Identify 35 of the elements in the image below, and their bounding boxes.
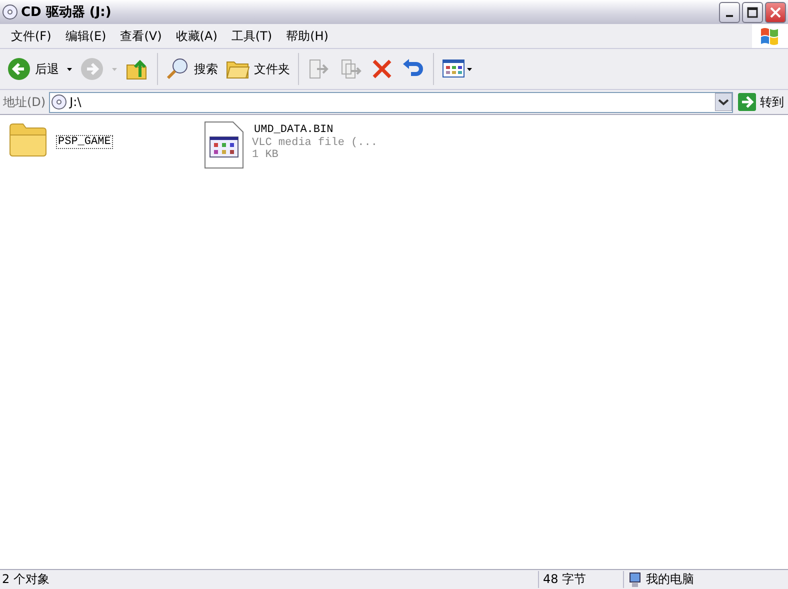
address-field[interactable]: J:\: [48, 92, 733, 112]
menu-item[interactable]: 收藏(A): [168, 28, 224, 44]
windows-logo-icon: [752, 24, 788, 48]
file-name[interactable]: PSP_GAME: [56, 135, 113, 149]
cd-drive-icon: [2, 4, 18, 20]
maximize-icon: [747, 6, 758, 18]
back-button[interactable]: 后退: [4, 55, 62, 83]
menu-item[interactable]: 编辑(E): [58, 28, 114, 44]
dropdown-arrow-icon[interactable]: [715, 93, 732, 111]
total-size: 48 字节: [538, 571, 623, 588]
file-icon[interactable]: [204, 121, 244, 169]
menu-item[interactable]: 文件(F): [4, 28, 58, 44]
close-button[interactable]: [765, 2, 786, 22]
menu-item[interactable]: 查看(V): [113, 28, 169, 44]
minimize-icon: [726, 15, 733, 17]
object-count: 2 个对象: [1, 571, 50, 588]
close-icon: [770, 6, 781, 18]
go-button[interactable]: 转到: [736, 93, 786, 111]
cd-drive-icon: [50, 94, 67, 110]
menu-item[interactable]: 帮助(H): [279, 28, 336, 44]
file-name[interactable]: UMD_DATA.BIN: [252, 123, 378, 137]
zone-label: 我的电脑: [646, 571, 694, 588]
file-size: 1 KB: [252, 149, 280, 161]
window-title: CD 驱动器 (J:): [21, 4, 112, 21]
maximize-button[interactable]: [742, 2, 763, 22]
folders-button[interactable]: 文件夹: [223, 56, 293, 82]
file-type: VLC media file (...: [252, 137, 378, 149]
folder-icon[interactable]: [8, 121, 48, 157]
search-button[interactable]: 搜索: [163, 55, 221, 83]
arrow-right-icon: [738, 93, 756, 111]
minimize-button[interactable]: [719, 2, 740, 22]
address-label: 地址(D): [3, 94, 46, 110]
dropdown-arrow-icon[interactable]: [67, 68, 72, 70]
menu-item[interactable]: 工具(T): [224, 28, 280, 44]
search-icon: [166, 57, 190, 81]
